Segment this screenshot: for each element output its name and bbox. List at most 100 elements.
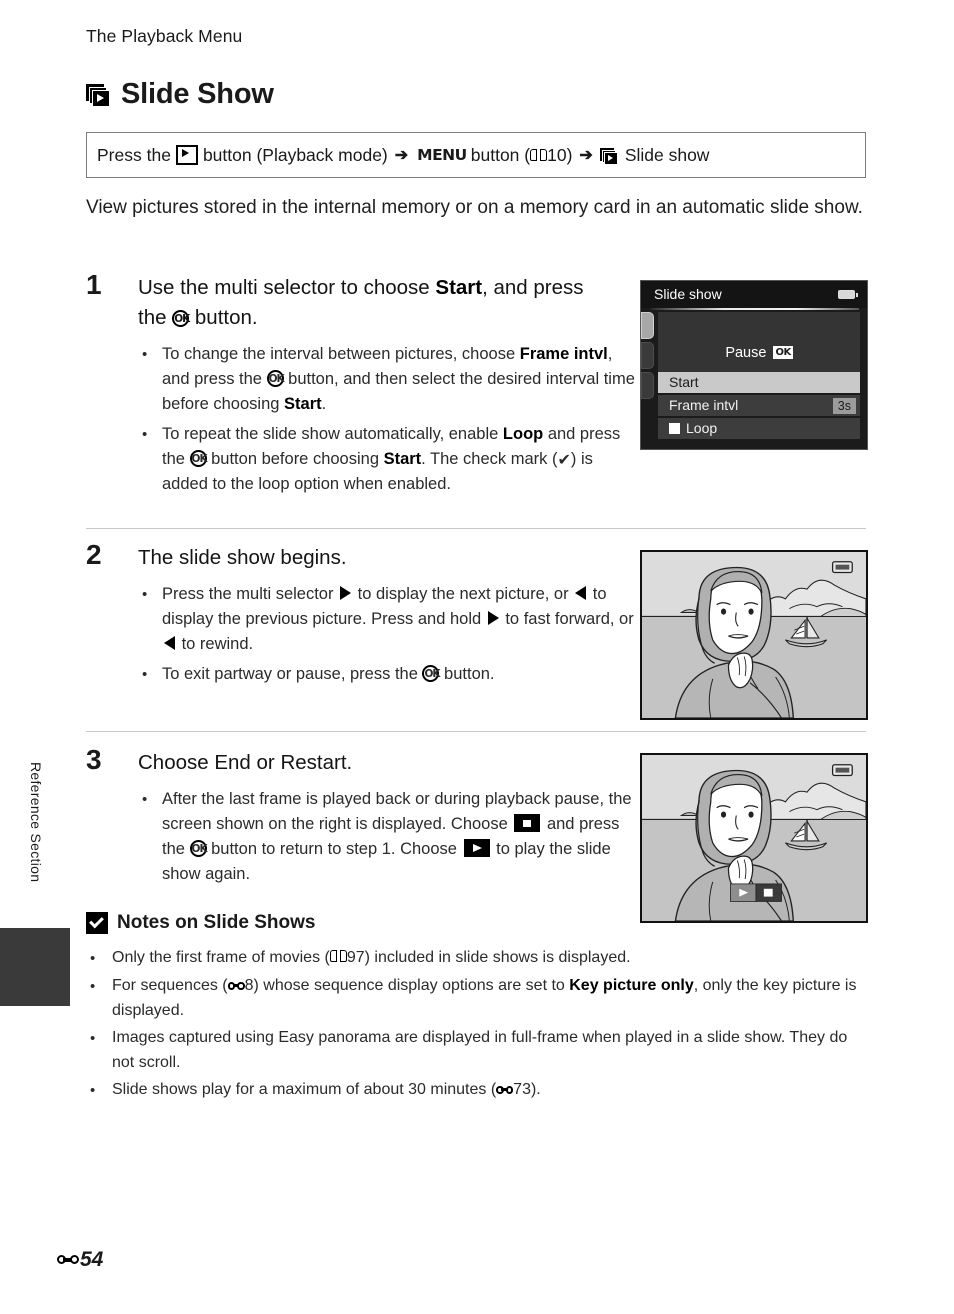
reference-section-icon bbox=[57, 1254, 79, 1266]
step-2-number: 2 bbox=[86, 539, 102, 570]
notes-section: Notes on Slide Shows • Only the first fr… bbox=[86, 912, 868, 1106]
s1b2-t3: button before choosing bbox=[206, 450, 384, 468]
list-item-text: Slide shows play for a maximum of about … bbox=[112, 1078, 868, 1103]
reference-section-icon bbox=[496, 1085, 514, 1095]
list-item-text: For sequences (8) whose sequence display… bbox=[112, 974, 868, 1023]
path-arrow-icon: ➔ bbox=[394, 147, 409, 164]
list-item: • Only the first frame of movies ( 97) in… bbox=[86, 946, 868, 971]
step-1-heading-bold: Start bbox=[435, 276, 483, 299]
s1b1-b2: Start bbox=[284, 395, 322, 413]
list-item: • Press the multi selector to display th… bbox=[138, 582, 643, 657]
bullet-icon: • bbox=[142, 586, 148, 603]
sidebar-section-label: Reference Section bbox=[28, 762, 44, 883]
manual-reference-icon bbox=[329, 950, 347, 963]
section-divider bbox=[86, 528, 866, 529]
lcd-pause-label: Pause bbox=[725, 344, 767, 361]
playback-controls-overlay bbox=[730, 883, 782, 902]
step-1-heading: Use the multi selector to choose Start, … bbox=[138, 273, 608, 333]
step-3-number: 3 bbox=[86, 744, 102, 775]
illustration-step-2-graphic bbox=[642, 552, 866, 718]
menu-button-label: MENU bbox=[417, 146, 467, 164]
path-menu-button-label: button ( bbox=[470, 144, 531, 165]
bullet-icon: • bbox=[142, 426, 148, 443]
list-item: • Images captured using Easy panorama ar… bbox=[86, 1026, 868, 1075]
path-page-ref: 10) bbox=[547, 144, 573, 165]
step-2-body: • Press the multi selector to display th… bbox=[138, 582, 643, 687]
bullet-icon: • bbox=[142, 791, 148, 808]
sidebar-thumb-tab bbox=[0, 928, 70, 1006]
manual-reference-icon bbox=[530, 148, 548, 162]
lcd-menu-item-frame-intvl[interactable]: Frame intvl 3s bbox=[658, 395, 860, 416]
illustration-step-2 bbox=[640, 550, 868, 720]
list-item: • To exit partway or pause, press the OK… bbox=[138, 662, 643, 687]
step-1-body: • To change the interval between picture… bbox=[138, 342, 643, 497]
path-playback-mode-label: button (Playback mode) bbox=[202, 144, 388, 165]
s2b1-t5: to rewind. bbox=[177, 635, 254, 653]
s2b1-t4: to fast forward, or bbox=[500, 610, 634, 628]
s1b2-b1: Loop bbox=[502, 425, 544, 443]
lcd-tab-setup[interactable] bbox=[641, 342, 654, 369]
n1-t1: Only the first frame of movies ( bbox=[112, 949, 330, 966]
s3b1-t3: button to return to step 1. Choose bbox=[206, 840, 462, 858]
lcd-menu-item-start[interactable]: Start bbox=[658, 372, 860, 393]
battery-icon bbox=[838, 290, 858, 299]
lcd-tab-network[interactable] bbox=[641, 372, 654, 399]
reference-section-icon bbox=[227, 981, 245, 991]
intro-paragraph: View pictures stored in the internal mem… bbox=[86, 197, 863, 218]
ok-button-icon: OK bbox=[422, 665, 441, 682]
bullet-icon: • bbox=[142, 666, 148, 683]
s1b2-t4: . The check mark ( bbox=[421, 450, 558, 468]
lcd-menu-item-frame-intvl-value: 3s bbox=[832, 397, 856, 414]
bullet-icon: • bbox=[142, 346, 148, 363]
play-icon bbox=[463, 839, 490, 857]
ok-button-icon: OK bbox=[266, 370, 285, 387]
lcd-menu-item-loop-label: Loop bbox=[686, 420, 718, 436]
bullet-icon: • bbox=[90, 1082, 96, 1099]
step-1-heading-c: button. bbox=[189, 306, 258, 329]
ok-button-icon: OK bbox=[189, 840, 208, 857]
arrow-right-icon bbox=[340, 586, 352, 600]
illustration-step-3-graphic bbox=[642, 755, 866, 921]
step-1-number: 1 bbox=[86, 269, 102, 300]
lcd-tab-playback[interactable] bbox=[641, 312, 654, 339]
s1b2-b2: Start bbox=[383, 450, 422, 468]
step-2-heading: The slide show begins. bbox=[138, 546, 347, 569]
notes-heading: Notes on Slide Shows bbox=[86, 912, 868, 934]
lcd-menu-item-start-label: Start bbox=[669, 374, 699, 390]
manual-page: The Playback Menu Slide Show Press the b… bbox=[0, 0, 954, 1314]
list-item: • Slide shows play for a maximum of abou… bbox=[86, 1078, 868, 1103]
list-item: • After the last frame is played back or… bbox=[138, 787, 643, 887]
list-item: • For sequences (8) whose sequence displ… bbox=[86, 974, 868, 1023]
list-item-text: To exit partway or pause, press the OK b… bbox=[162, 662, 643, 687]
lcd-menu-item-loop[interactable]: Loop bbox=[658, 418, 860, 439]
illustration-step-3 bbox=[640, 753, 868, 923]
lcd-menu-list: Start Frame intvl 3s Loop bbox=[658, 372, 860, 441]
arrow-left-icon bbox=[575, 586, 587, 600]
s2b1-t1: Press the multi selector bbox=[162, 585, 339, 603]
n2-b1: Key picture only bbox=[569, 977, 694, 994]
list-item-text: Images captured using Easy panorama are … bbox=[112, 1029, 848, 1071]
s1b1-t1: To change the interval between pictures,… bbox=[162, 345, 520, 363]
lcd-tab-strip bbox=[641, 312, 656, 402]
navigation-path-box: Press the button (Playback mode) ➔ MENU … bbox=[86, 132, 866, 178]
s2b2-t1: To exit partway or pause, press the bbox=[162, 665, 423, 683]
n2-t2: 8) whose sequence display options are se… bbox=[244, 977, 570, 994]
path-press-label: Press the bbox=[97, 144, 171, 165]
lcd-title-bar: Slide show bbox=[641, 281, 867, 308]
page-folio: 54 bbox=[57, 1248, 103, 1272]
path-arrow-icon-2: ➔ bbox=[579, 147, 593, 164]
page-number: 54 bbox=[80, 1248, 104, 1271]
bullet-icon: • bbox=[90, 950, 96, 967]
notes-list: • Only the first frame of movies ( 97) in… bbox=[86, 946, 868, 1103]
slideshow-icon bbox=[86, 82, 111, 107]
running-head: The Playback Menu bbox=[86, 26, 243, 46]
n1-t2: 97) included in slide shows is displayed… bbox=[346, 949, 631, 966]
s2b2-t2: button. bbox=[439, 665, 495, 683]
lcd-menu-item-frame-intvl-label: Frame intvl bbox=[669, 397, 739, 413]
ok-badge-icon: OK bbox=[773, 346, 793, 359]
bullet-icon: • bbox=[90, 978, 96, 995]
lcd-title-text: Slide show bbox=[654, 286, 722, 302]
list-item-text: To change the interval between pictures,… bbox=[162, 342, 643, 417]
path-slideshow-label: Slide show bbox=[624, 144, 710, 165]
checkbox-icon[interactable] bbox=[669, 423, 680, 434]
